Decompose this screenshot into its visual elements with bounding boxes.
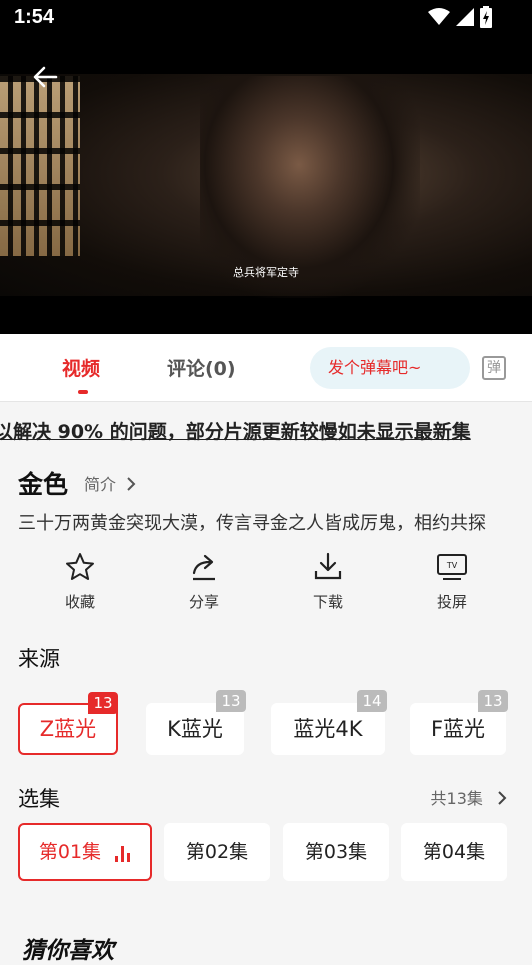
signal-icon <box>456 8 474 26</box>
download-button[interactable]: 下载 <box>288 551 368 612</box>
download-label: 下载 <box>312 593 343 611</box>
source-z-bluray[interactable]: Z蓝光 13 <box>18 692 118 755</box>
chevron-right-icon <box>498 791 507 805</box>
source-label: Z蓝光 <box>39 717 97 741</box>
notice-marquee: 以解决 90% 的问题，部分片源更新较慢如未显示最新集 <box>0 417 532 447</box>
episode-03[interactable]: 第03集 <box>283 823 389 881</box>
video-window-scene <box>0 76 80 256</box>
download-icon <box>314 552 342 580</box>
video-player[interactable]: 总兵将军定寺 <box>0 36 532 334</box>
danmu-input[interactable]: 发个弹幕吧~ <box>310 347 470 389</box>
favorite-label: 收藏 <box>64 593 95 611</box>
battery-icon <box>480 6 492 28</box>
episode-04[interactable]: 第04集 <box>401 823 507 881</box>
tab-bar: 视频 评论(0) 发个弹幕吧~ 弹 <box>0 334 532 402</box>
chevron-right-icon <box>127 477 136 491</box>
source-count-badge: 13 <box>88 692 118 714</box>
source-label: 蓝光4K <box>293 717 363 741</box>
detail-content: 以解决 90% 的问题，部分片源更新较慢如未显示最新集 金色 简介 三十万两黄金… <box>0 403 532 964</box>
status-time: 1:54 <box>14 6 55 28</box>
episode-label: 第04集 <box>422 841 486 863</box>
share-icon <box>192 554 215 581</box>
share-label: 分享 <box>188 593 219 611</box>
intro-link[interactable]: 简介 <box>84 471 137 495</box>
cast-button[interactable]: TV 投屏 <box>412 551 492 612</box>
intro-link-label: 简介 <box>84 475 117 494</box>
action-bar: 收藏 分享 下载 TV 投屏 <box>0 551 532 619</box>
show-title: 金色 <box>18 470 69 499</box>
episodes-total: 共13集 <box>430 789 483 808</box>
episode-label: 第01集 <box>38 841 102 863</box>
sources-title: 来源 <box>18 647 60 671</box>
favorite-button[interactable]: 收藏 <box>40 551 120 612</box>
svg-text:TV: TV <box>446 561 458 570</box>
cast-label: 投屏 <box>436 593 467 611</box>
status-bar: 1:54 <box>0 0 532 36</box>
source-count-badge: 13 <box>478 690 508 712</box>
episode-02[interactable]: 第02集 <box>164 823 270 881</box>
playing-bars-icon <box>115 845 131 862</box>
back-arrow-icon[interactable] <box>30 62 60 92</box>
episode-01[interactable]: 第01集 <box>18 823 152 881</box>
source-label: K蓝光 <box>167 717 223 741</box>
tv-cast-icon: TV <box>437 554 467 580</box>
source-count-badge: 14 <box>357 690 387 712</box>
tab-indicator <box>78 390 88 394</box>
danmu-toggle-icon[interactable]: 弹 <box>482 356 506 380</box>
source-bluray-4k[interactable]: 蓝光4K 14 <box>271 690 387 755</box>
tab-comments[interactable]: 评论(0) <box>167 354 236 381</box>
notice-text: 以解决 90% 的问题，部分片源更新较慢如未显示最新集 <box>0 421 471 443</box>
source-f-bluray[interactable]: F蓝光 13 <box>410 690 508 755</box>
wifi-icon <box>428 8 450 25</box>
all-episodes-link[interactable]: 共13集 <box>431 785 508 809</box>
source-count-badge: 13 <box>216 690 246 712</box>
star-icon <box>66 553 94 580</box>
show-description: 三十万两黄金突现大漠，传言寻金之人皆成厉鬼，相约共探 <box>18 513 486 534</box>
source-label: F蓝光 <box>430 717 486 741</box>
source-k-bluray[interactable]: K蓝光 13 <box>146 690 246 755</box>
video-subtitle: 总兵将军定寺 <box>233 266 299 279</box>
episodes-title: 选集 <box>18 787 60 811</box>
tab-video[interactable]: 视频 <box>62 354 100 381</box>
episode-label: 第02集 <box>185 841 249 863</box>
share-button[interactable]: 分享 <box>164 551 244 612</box>
recommend-title: 猜你喜欢 <box>22 938 114 964</box>
episode-label: 第03集 <box>304 841 368 863</box>
